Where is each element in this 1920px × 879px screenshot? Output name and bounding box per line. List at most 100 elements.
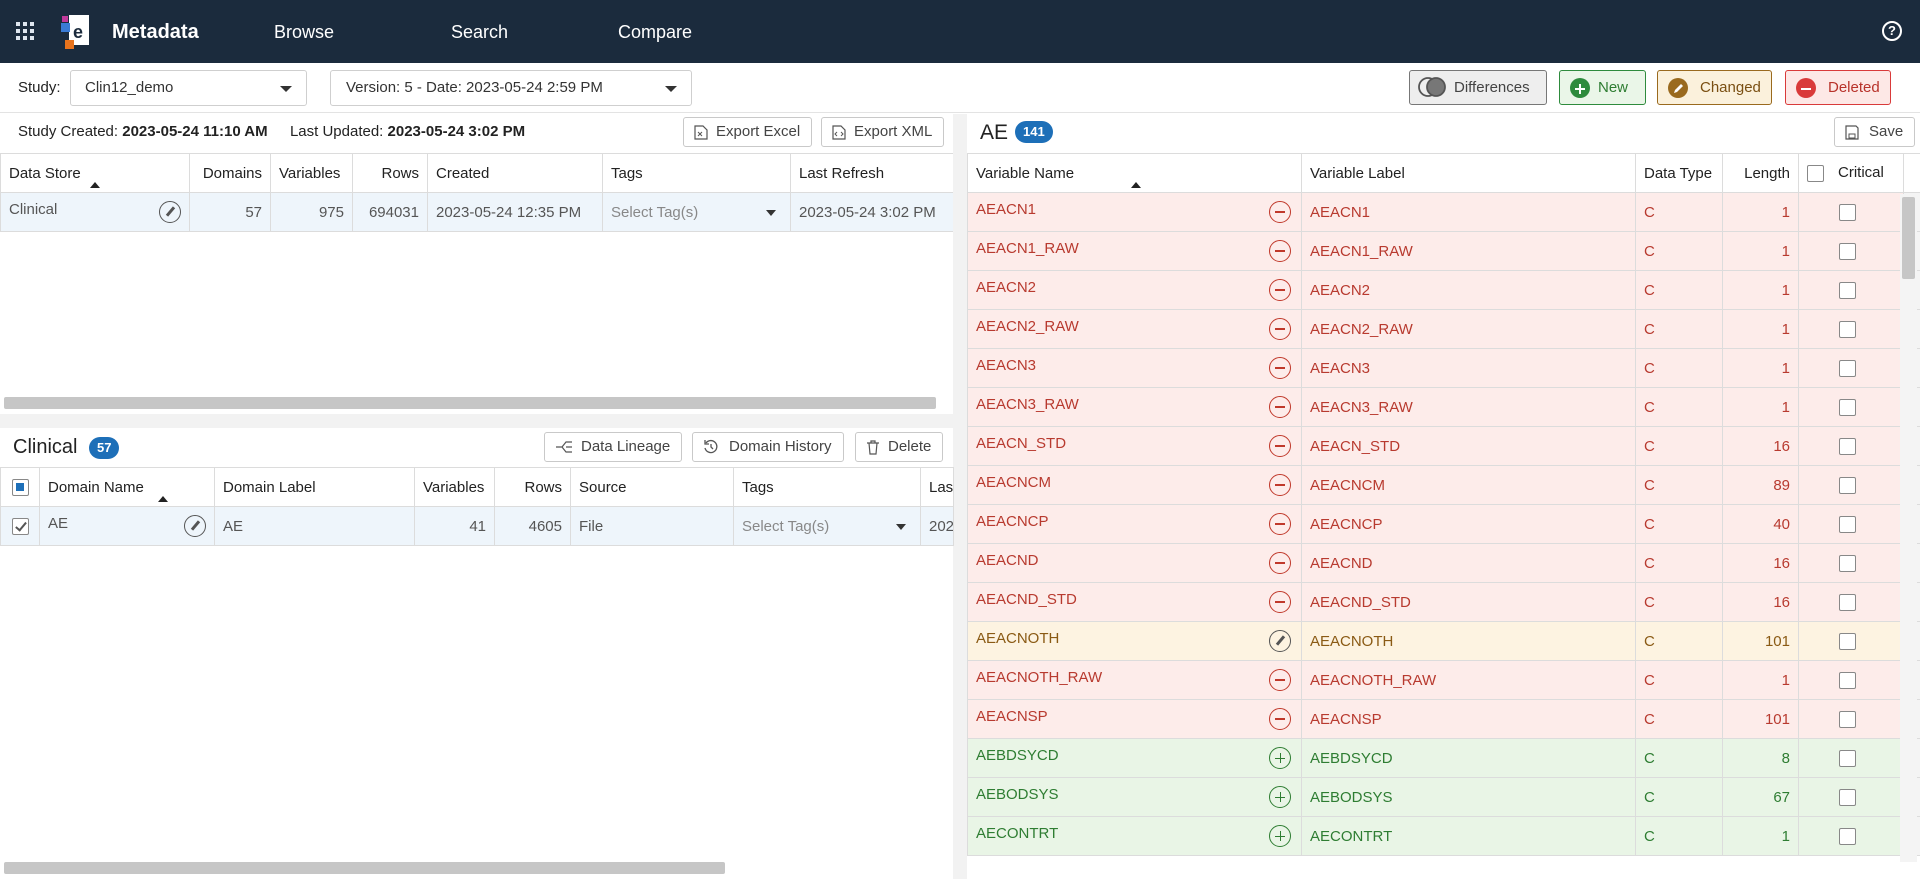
table-row[interactable]: AEACND_STD AEACND_STD C 16 — [967, 582, 1920, 622]
deleted-status-icon[interactable] — [1269, 474, 1291, 496]
critical-checkbox[interactable] — [1839, 749, 1856, 767]
export-excel-button[interactable]: Export Excel — [683, 117, 813, 147]
nav-search[interactable]: Search — [451, 22, 508, 43]
col-length[interactable]: Length — [1722, 153, 1799, 193]
table-row[interactable]: AECONTRT AECONTRT C 1 — [967, 816, 1920, 856]
col-rows[interactable]: Rows — [494, 467, 571, 507]
critical-checkbox[interactable] — [1839, 827, 1856, 845]
critical-checkbox[interactable] — [1839, 203, 1856, 221]
table-row[interactable]: AEACN3_RAW AEACN3_RAW C 1 — [967, 387, 1920, 427]
col-domain-label[interactable]: Domain Label — [214, 467, 415, 507]
deleted-status-icon[interactable] — [1269, 669, 1291, 691]
edit-icon[interactable] — [159, 201, 181, 223]
new-filter-button[interactable]: New — [1559, 70, 1646, 105]
table-row[interactable]: AEACN3 AEACN3 C 1 — [967, 348, 1920, 388]
critical-checkbox[interactable] — [1839, 476, 1856, 494]
delete-button[interactable]: Delete — [855, 432, 944, 462]
col-data-store[interactable]: Data Store — [0, 153, 190, 193]
table-row[interactable]: AEBDSYCD AEBDSYCD C 8 — [967, 738, 1920, 778]
deleted-status-icon[interactable] — [1269, 591, 1291, 613]
col-variables[interactable]: Variables — [414, 467, 495, 507]
critical-checkbox[interactable] — [1839, 710, 1856, 728]
critical-checkbox[interactable] — [1839, 242, 1856, 260]
deleted-filter-button[interactable]: Deleted — [1785, 70, 1891, 105]
col-variable-label[interactable]: Variable Label — [1301, 153, 1636, 193]
changed-status-icon[interactable] — [1269, 630, 1291, 652]
col-tags[interactable]: Tags — [602, 153, 791, 193]
app-grid-icon[interactable] — [16, 22, 34, 40]
table-row[interactable]: AEBODSYS AEBODSYS C 67 — [967, 777, 1920, 817]
deleted-status-icon[interactable] — [1269, 552, 1291, 574]
version-select[interactable]: Version: 5 - Date: 2023-05-24 2:59 PM — [330, 70, 692, 106]
col-variables[interactable]: Variables — [270, 153, 353, 193]
row-checkbox[interactable] — [11, 517, 29, 535]
critical-checkbox[interactable] — [1839, 359, 1856, 377]
col-tags[interactable]: Tags — [733, 467, 921, 507]
new-status-icon[interactable] — [1269, 786, 1291, 808]
critical-checkbox[interactable] — [1839, 437, 1856, 455]
deleted-status-icon[interactable] — [1269, 357, 1291, 379]
deleted-status-icon[interactable] — [1269, 240, 1291, 262]
export-xml-button[interactable]: Export XML — [821, 117, 945, 147]
col-rows[interactable]: Rows — [352, 153, 428, 193]
table-row[interactable]: AEACNCP AEACNCP C 40 — [967, 504, 1920, 544]
table-row[interactable]: AEACNOTH AEACNOTH C 101 — [967, 621, 1920, 661]
tags-select[interactable]: Select Tag(s) — [602, 192, 791, 232]
deleted-status-icon[interactable] — [1269, 318, 1291, 340]
changed-filter-button[interactable]: Changed — [1657, 70, 1772, 105]
help-icon[interactable]: ? — [1882, 21, 1902, 41]
col-data-type[interactable]: Data Type — [1635, 153, 1723, 193]
critical-checkbox[interactable] — [1839, 788, 1856, 806]
critical-checkbox[interactable] — [1839, 671, 1856, 689]
critical-checkbox[interactable] — [1839, 554, 1856, 572]
nav-browse[interactable]: Browse — [274, 22, 334, 43]
table-row[interactable]: AEACNSP AEACNSP C 101 — [967, 699, 1920, 739]
table-row[interactable]: AEACNCM AEACNCM C 89 — [967, 465, 1920, 505]
deleted-status-icon[interactable] — [1269, 513, 1291, 535]
variables-vertical-scrollbar-thumb[interactable] — [1902, 197, 1915, 279]
deleted-status-icon[interactable] — [1269, 708, 1291, 730]
vertical-splitter[interactable] — [953, 114, 967, 879]
col-last-truncated[interactable]: Las — [920, 467, 954, 507]
domain-horizontal-scrollbar[interactable] — [4, 862, 725, 874]
new-status-icon[interactable] — [1269, 825, 1291, 847]
deleted-status-icon[interactable] — [1269, 396, 1291, 418]
table-row[interactable]: Clinical 57 975 694031 2023-05-24 12:35 … — [0, 192, 954, 232]
select-all-checkbox[interactable] — [11, 478, 29, 496]
critical-checkbox[interactable] — [1839, 320, 1856, 338]
nav-compare[interactable]: Compare — [618, 22, 692, 43]
deleted-status-icon[interactable] — [1269, 201, 1291, 223]
horizontal-splitter[interactable] — [0, 414, 953, 428]
critical-select-all-checkbox[interactable] — [1807, 164, 1824, 182]
col-created[interactable]: Created — [427, 153, 603, 193]
datastore-horizontal-scrollbar[interactable] — [4, 397, 936, 409]
data-lineage-button[interactable]: Data Lineage — [544, 432, 683, 462]
table-row[interactable]: AE AE 41 4605 File Select Tag(s) 202 — [0, 506, 954, 546]
edit-icon[interactable] — [184, 515, 206, 537]
table-row[interactable]: AEACN1_RAW AEACN1_RAW C 1 — [967, 231, 1920, 271]
new-status-icon[interactable] — [1269, 747, 1291, 769]
critical-checkbox[interactable] — [1839, 281, 1856, 299]
domain-history-button[interactable]: Domain History — [692, 432, 844, 462]
deleted-status-icon[interactable] — [1269, 279, 1291, 301]
col-variable-name[interactable]: Variable Name — [967, 153, 1302, 193]
critical-checkbox[interactable] — [1839, 593, 1856, 611]
variables-vertical-scrollbar-track[interactable] — [1900, 194, 1917, 862]
differences-button[interactable]: Differences — [1409, 70, 1547, 105]
critical-checkbox[interactable] — [1839, 515, 1856, 533]
tags-select[interactable]: Select Tag(s) — [733, 506, 921, 546]
col-domain-name[interactable]: Domain Name — [39, 467, 215, 507]
table-row[interactable]: AEACN1 AEACN1 C 1 — [967, 192, 1920, 232]
col-source[interactable]: Source — [570, 467, 734, 507]
save-button[interactable]: Save — [1834, 117, 1916, 147]
col-last-refresh[interactable]: Last Refresh — [790, 153, 954, 193]
table-row[interactable]: AEACN2_RAW AEACN2_RAW C 1 — [967, 309, 1920, 349]
col-domains[interactable]: Domains — [189, 153, 271, 193]
table-row[interactable]: AEACND AEACND C 16 — [967, 543, 1920, 583]
deleted-status-icon[interactable] — [1269, 435, 1291, 457]
table-row[interactable]: AEACN2 AEACN2 C 1 — [967, 270, 1920, 310]
critical-checkbox[interactable] — [1839, 632, 1856, 650]
critical-checkbox[interactable] — [1839, 398, 1856, 416]
table-row[interactable]: AEACN_STD AEACN_STD C 16 — [967, 426, 1920, 466]
study-select[interactable]: Clin12_demo — [70, 70, 307, 106]
